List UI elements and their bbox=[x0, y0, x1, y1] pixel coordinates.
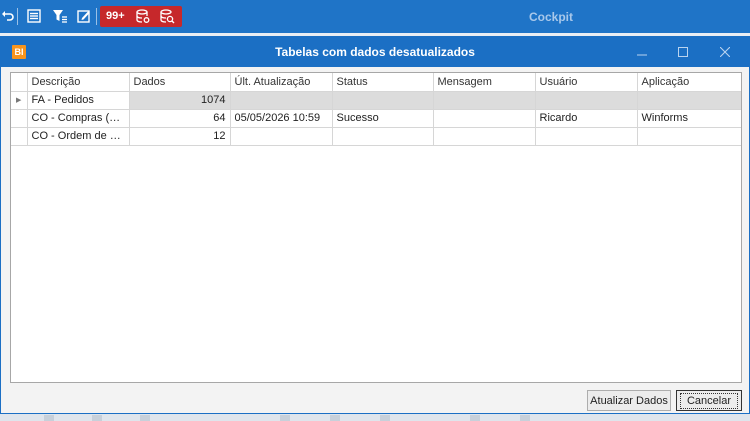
cell-mensagem[interactable] bbox=[433, 91, 536, 110]
cell-dados[interactable]: 64 bbox=[129, 109, 231, 128]
database-search-icon[interactable] bbox=[159, 8, 175, 24]
toolbar-separator bbox=[96, 8, 97, 25]
cell-descricao[interactable]: FA - Pedidos bbox=[27, 91, 130, 110]
background-marker bbox=[330, 415, 340, 421]
column-header-status[interactable]: Status bbox=[332, 73, 434, 92]
edit-icon[interactable] bbox=[76, 8, 92, 24]
background-marker bbox=[44, 415, 54, 421]
column-header-aplicacao[interactable]: Aplicação bbox=[637, 73, 741, 92]
app-toolbar: 99+ Cockpit bbox=[0, 0, 750, 33]
table-row[interactable]: CO - Ordem de Com... 12 bbox=[11, 127, 741, 146]
background-marker bbox=[520, 415, 530, 421]
table-row[interactable]: CO - Compras (Notas) 64 05/05/2026 10:59… bbox=[11, 109, 741, 128]
cell-status[interactable] bbox=[332, 91, 434, 110]
cell-dados[interactable]: 1074 bbox=[129, 91, 231, 110]
list-icon[interactable] bbox=[26, 8, 42, 24]
row-indicator-header bbox=[11, 73, 28, 92]
cell-mensagem[interactable] bbox=[433, 109, 536, 128]
cell-aplicacao[interactable] bbox=[637, 91, 741, 110]
database-settings-icon[interactable] bbox=[135, 8, 151, 24]
alerts-group: 99+ bbox=[100, 6, 182, 27]
row-indicator bbox=[11, 127, 28, 146]
data-grid[interactable]: Descrição Dados Últ. Atualização Status … bbox=[10, 72, 742, 383]
table-row[interactable]: ▶ FA - Pedidos 1074 bbox=[11, 91, 741, 110]
app-title: Cockpit bbox=[529, 10, 574, 24]
cell-ultima-atualizacao[interactable] bbox=[230, 91, 333, 110]
background-marker bbox=[92, 415, 102, 421]
cell-usuario[interactable] bbox=[535, 91, 638, 110]
cell-status[interactable] bbox=[332, 127, 434, 146]
cell-usuario[interactable] bbox=[535, 127, 638, 146]
update-data-button[interactable]: Atualizar Dados bbox=[587, 390, 671, 411]
dialog-title-bar[interactable]: BI Tabelas com dados desatualizados bbox=[1, 37, 749, 67]
minimize-icon[interactable] bbox=[633, 43, 651, 61]
notification-badge[interactable]: 99+ bbox=[106, 10, 125, 22]
toolbar-separator bbox=[17, 8, 18, 25]
cell-status[interactable]: Sucesso bbox=[332, 109, 434, 128]
cell-ultima-atualizacao[interactable]: 05/05/2026 10:59 bbox=[230, 109, 333, 128]
cell-aplicacao[interactable] bbox=[637, 127, 741, 146]
cell-mensagem[interactable] bbox=[433, 127, 536, 146]
filter-icon[interactable] bbox=[52, 8, 68, 24]
background-marker bbox=[380, 415, 390, 421]
cell-ultima-atualizacao[interactable] bbox=[230, 127, 333, 146]
background-window-strip bbox=[0, 414, 750, 421]
undo-icon[interactable] bbox=[0, 8, 16, 24]
column-header-mensagem[interactable]: Mensagem bbox=[433, 73, 536, 92]
column-header-ultima-atualizacao[interactable]: Últ. Atualização bbox=[230, 73, 333, 92]
cell-descricao[interactable]: CO - Ordem de Com... bbox=[27, 127, 130, 146]
cell-dados[interactable]: 12 bbox=[129, 127, 231, 146]
cell-aplicacao[interactable]: Winforms bbox=[637, 109, 741, 128]
background-marker bbox=[470, 415, 480, 421]
row-indicator bbox=[11, 109, 28, 128]
background-marker bbox=[140, 415, 150, 421]
current-row-indicator-icon: ▶ bbox=[11, 91, 28, 110]
background-marker bbox=[280, 415, 290, 421]
column-header-descricao[interactable]: Descrição bbox=[27, 73, 130, 92]
cell-usuario[interactable]: Ricardo bbox=[535, 109, 638, 128]
cancel-button-label: Cancelar bbox=[679, 392, 739, 409]
cell-descricao[interactable]: CO - Compras (Notas) bbox=[27, 109, 130, 128]
grid-header-row: Descrição Dados Últ. Atualização Status … bbox=[11, 73, 741, 92]
maximize-icon[interactable] bbox=[674, 43, 692, 61]
column-header-dados[interactable]: Dados bbox=[129, 73, 231, 92]
close-icon[interactable] bbox=[716, 43, 734, 61]
cancel-button[interactable]: Cancelar bbox=[676, 390, 742, 411]
column-header-usuario[interactable]: Usuário bbox=[535, 73, 638, 92]
outdated-tables-dialog: BI Tabelas com dados desatualizados Desc… bbox=[0, 36, 750, 414]
